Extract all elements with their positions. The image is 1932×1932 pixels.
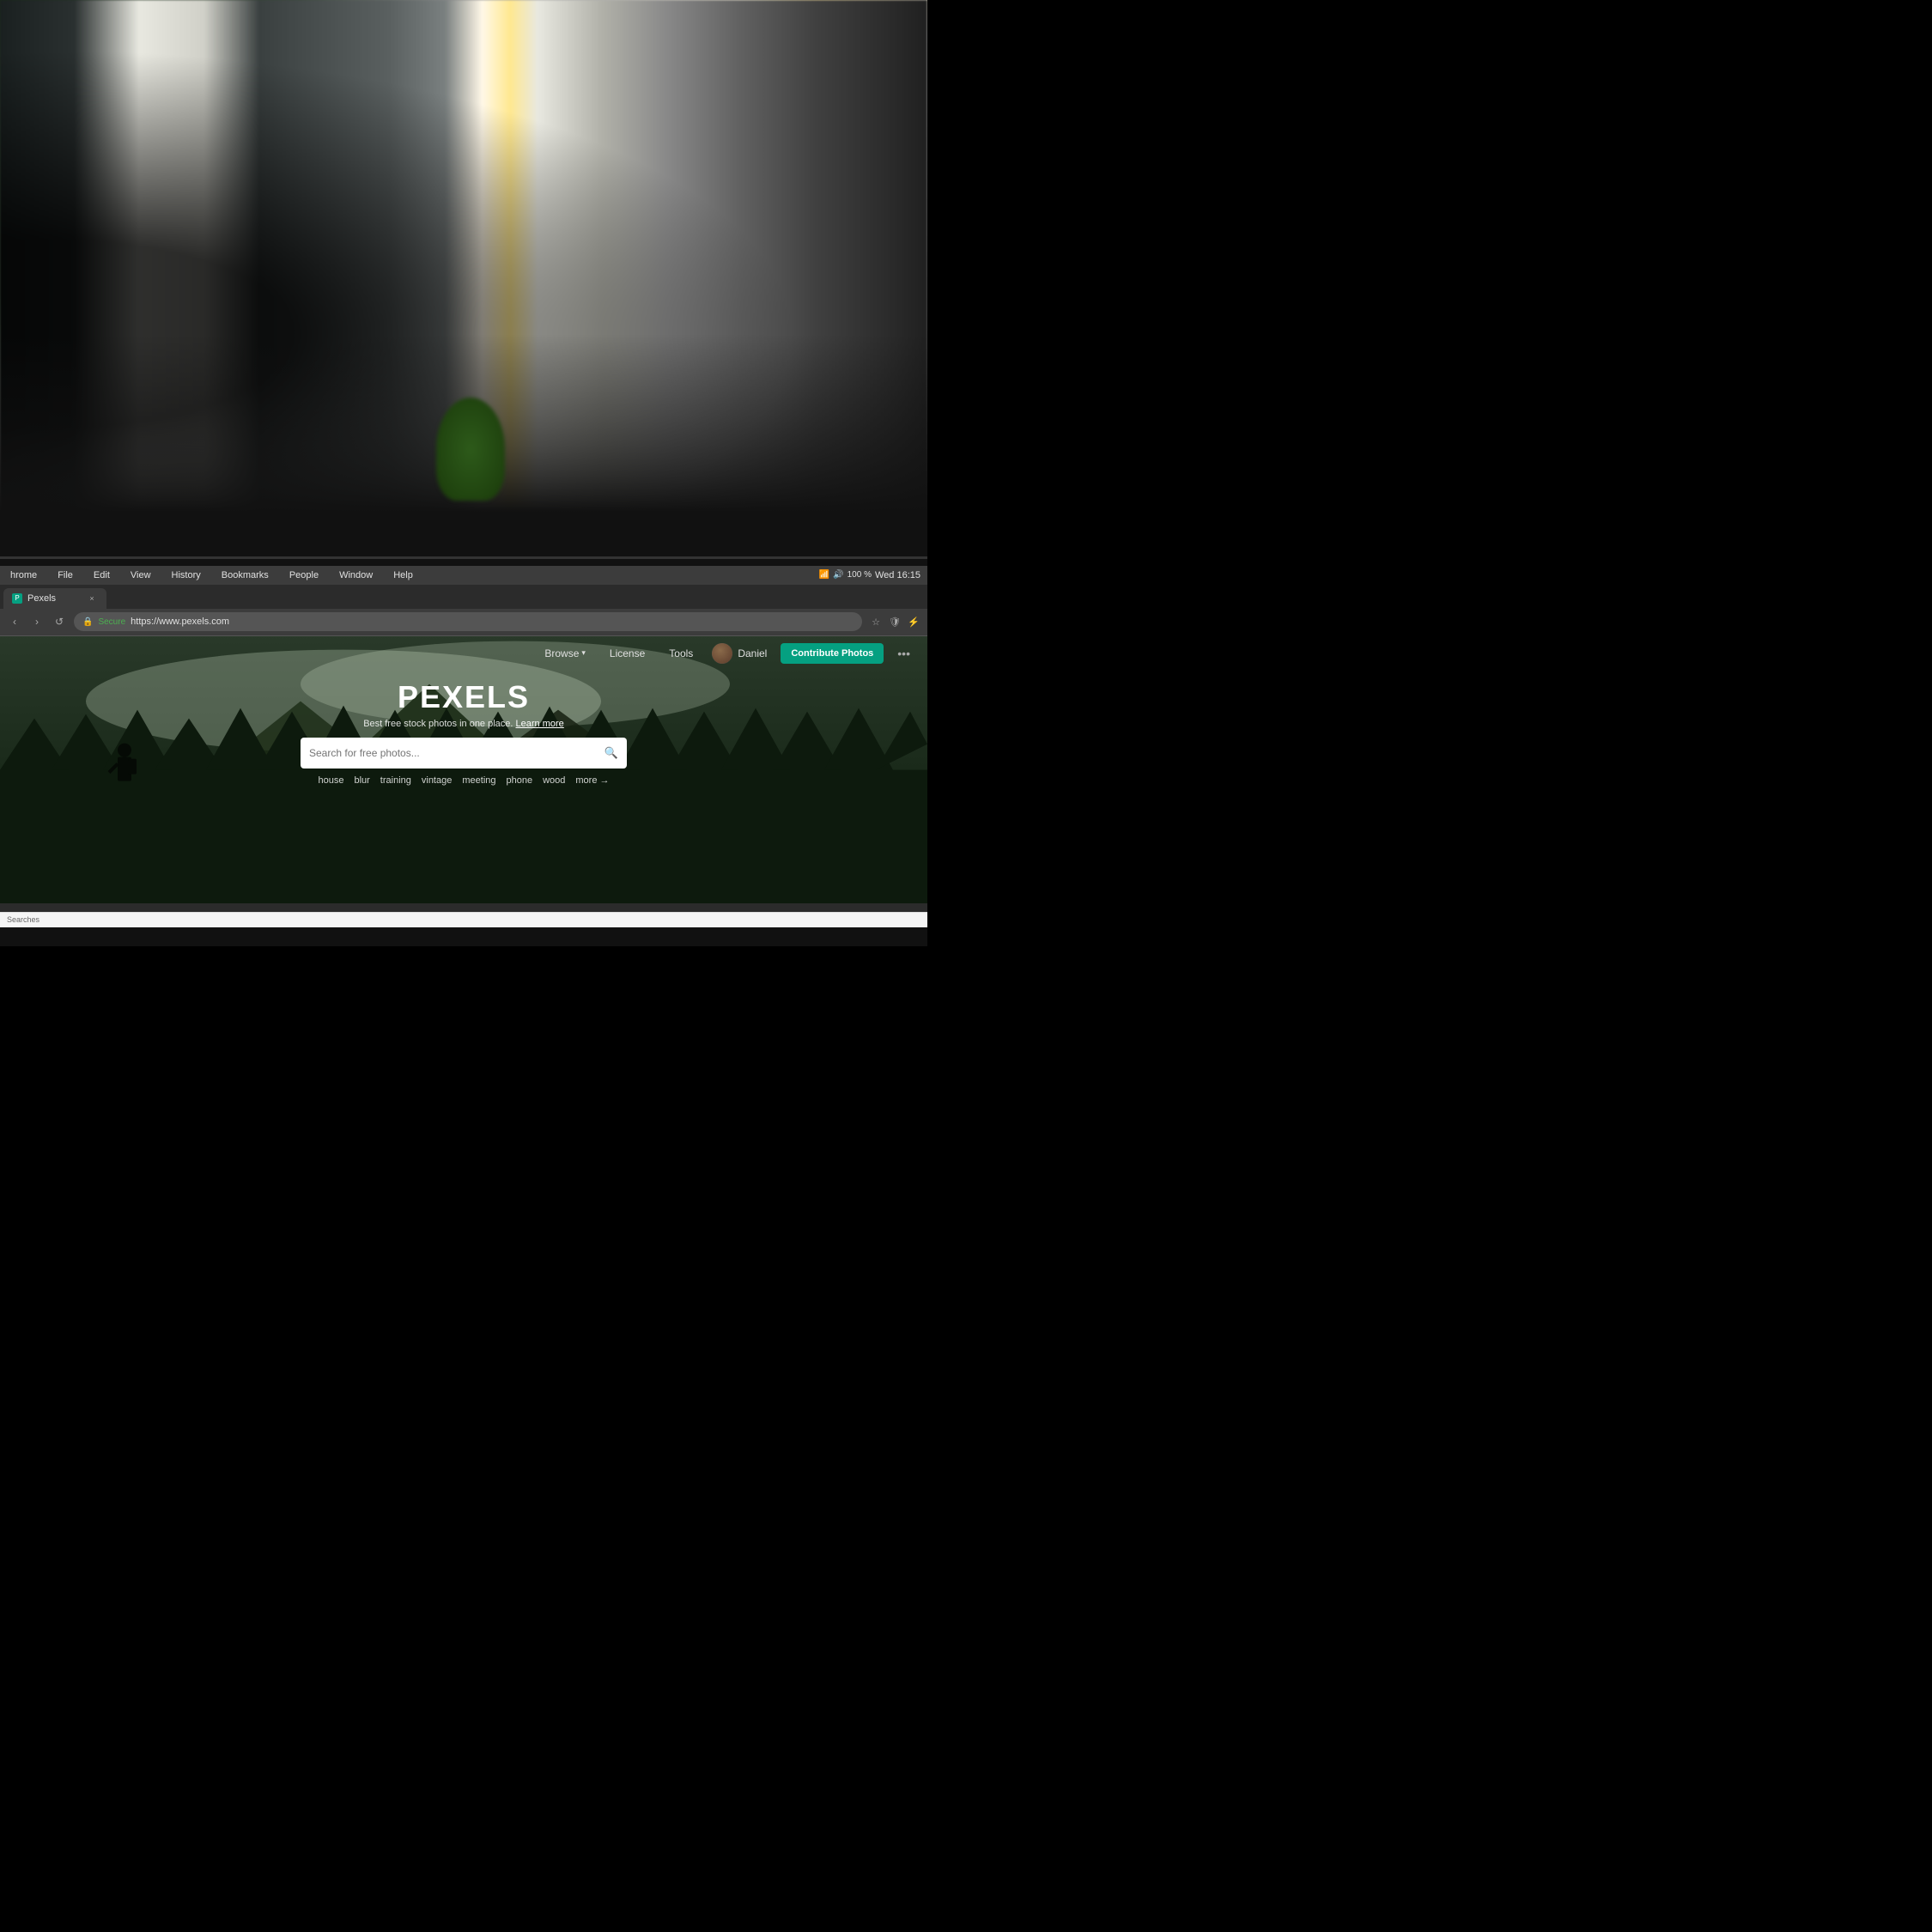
site-navbar: Browse ▾ License Tools Daniel Contribute…: [0, 636, 927, 671]
background-photo: [0, 0, 927, 556]
volume-icon: 🔊: [833, 570, 843, 580]
nav-license[interactable]: License: [605, 644, 650, 663]
url-text: https://www.pexels.com: [131, 617, 229, 627]
menu-chrome[interactable]: hrome: [7, 568, 40, 582]
tag-house[interactable]: house: [318, 775, 343, 786]
menu-bar: hrome File Edit View History Bookmarks P…: [0, 566, 927, 585]
contribute-photos-button[interactable]: Contribute Photos: [781, 643, 884, 664]
tag-meeting[interactable]: meeting: [462, 775, 495, 786]
status-text: Searches: [7, 915, 39, 924]
menu-view[interactable]: View: [127, 568, 155, 582]
tab-close-button[interactable]: ×: [86, 592, 98, 605]
refresh-button[interactable]: ↺: [52, 614, 67, 629]
tab-favicon: P: [12, 593, 22, 604]
tag-training[interactable]: training: [380, 775, 411, 786]
more-options-button[interactable]: •••: [897, 647, 910, 660]
website-content: Browse ▾ License Tools Daniel Contribute…: [0, 636, 927, 903]
back-button[interactable]: ‹: [7, 614, 22, 629]
hero-content: PEXELS Best free stock photos in one pla…: [0, 671, 927, 786]
nav-tools[interactable]: Tools: [664, 644, 698, 663]
secure-icon: 🔒: [82, 617, 93, 627]
menu-bookmarks[interactable]: Bookmarks: [218, 568, 272, 582]
bookmark-icon[interactable]: ☆: [869, 615, 883, 629]
tag-phone[interactable]: phone: [507, 775, 533, 786]
user-name: Daniel: [738, 647, 767, 659]
menu-file[interactable]: File: [54, 568, 76, 582]
site-tagline: Best free stock photos in one place. Lea…: [17, 719, 910, 729]
forward-button[interactable]: ›: [29, 614, 45, 629]
menu-window[interactable]: Window: [336, 568, 376, 582]
tag-wood[interactable]: wood: [543, 775, 565, 786]
search-input[interactable]: [309, 747, 598, 759]
menu-history[interactable]: History: [168, 568, 204, 582]
address-field[interactable]: 🔒 Secure https://www.pexels.com: [74, 612, 862, 631]
search-tags: house blur training vintage meeting phon…: [17, 775, 910, 786]
user-avatar[interactable]: [712, 643, 732, 664]
url-protocol: Secure: [98, 617, 125, 627]
clock: Wed 16:15: [875, 570, 920, 580]
tab-title: Pexels: [27, 593, 56, 604]
status-bar: Searches: [0, 912, 927, 927]
browser-window: hrome File Edit View History Bookmarks P…: [0, 566, 927, 927]
browse-chevron-icon: ▾: [581, 648, 586, 658]
site-logo: PEXELS: [17, 679, 910, 715]
menu-help[interactable]: Help: [390, 568, 416, 582]
active-tab[interactable]: P Pexels ×: [3, 588, 106, 609]
tag-vintage[interactable]: vintage: [422, 775, 452, 786]
menu-edit[interactable]: Edit: [90, 568, 113, 582]
shield-icon[interactable]: 🛡: [888, 615, 902, 629]
more-tags-link[interactable]: more →: [575, 775, 609, 786]
address-right-icons: ☆ 🛡 ⚡: [869, 615, 920, 629]
search-bar[interactable]: 🔍: [301, 738, 627, 769]
search-icon[interactable]: 🔍: [605, 746, 618, 760]
extensions-icon[interactable]: ⚡: [907, 615, 920, 629]
tag-blur[interactable]: blur: [354, 775, 369, 786]
nav-browse[interactable]: Browse ▾: [539, 644, 591, 663]
tab-bar: P Pexels ×: [0, 585, 927, 609]
wifi-icon: 📶: [819, 570, 829, 580]
address-bar: ‹ › ↺ 🔒 Secure https://www.pexels.com ☆ …: [0, 609, 927, 636]
system-icons: 📶 🔊 100 % Wed 16:15: [819, 570, 920, 580]
battery-text: 100 %: [848, 570, 872, 580]
menu-people[interactable]: People: [286, 568, 322, 582]
learn-more-link[interactable]: Learn more: [516, 719, 564, 729]
